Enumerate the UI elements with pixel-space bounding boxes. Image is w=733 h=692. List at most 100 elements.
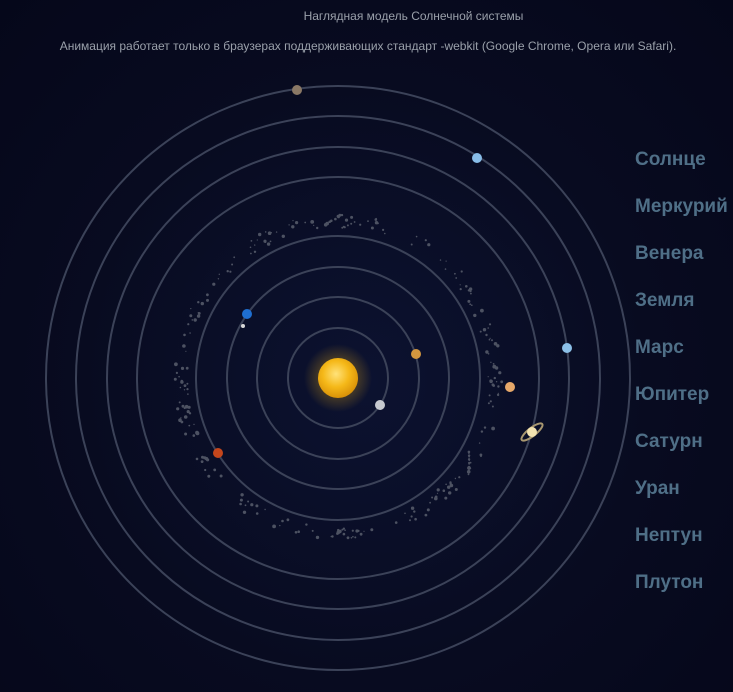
moon	[241, 324, 245, 328]
asteroid	[231, 263, 234, 266]
asteroid	[240, 493, 244, 497]
menu-item-mercury[interactable]: Меркурий	[635, 193, 728, 240]
planet-pluto[interactable]	[292, 85, 302, 95]
asteroid	[483, 426, 487, 429]
planet-jupiter[interactable]	[505, 382, 515, 392]
asteroid	[275, 231, 278, 233]
asteroid	[267, 231, 272, 235]
asteroid	[415, 235, 418, 238]
asteroid	[410, 243, 413, 246]
menu-item-pluto[interactable]: Плутон	[635, 569, 728, 616]
menu-item-venus[interactable]: Венера	[635, 240, 728, 287]
asteroid	[184, 432, 188, 436]
menu-item-neptune[interactable]: Нептун	[635, 522, 728, 569]
asteroid	[342, 532, 346, 536]
asteroid	[445, 260, 447, 262]
asteroid	[174, 362, 178, 367]
asteroid	[325, 221, 330, 226]
asteroid	[179, 386, 182, 389]
asteroid	[469, 303, 472, 306]
asteroid	[187, 393, 189, 395]
asteroid	[488, 323, 492, 326]
menu-item-sun[interactable]: Солнце	[635, 146, 728, 193]
asteroid	[350, 222, 353, 225]
asteroid	[255, 512, 259, 515]
asteroid	[491, 405, 494, 408]
asteroid	[495, 381, 498, 383]
asteroid	[374, 221, 379, 225]
asteroid	[213, 468, 217, 472]
asteroid	[247, 500, 250, 503]
asteroid	[189, 332, 191, 334]
asteroid	[330, 535, 333, 538]
asteroid	[305, 523, 308, 526]
asteroid	[449, 482, 452, 485]
asteroid	[178, 375, 180, 378]
planet-uranus[interactable]	[562, 343, 572, 353]
menu-item-uranus[interactable]: Уран	[635, 475, 728, 522]
asteroid	[459, 284, 461, 286]
asteroid	[424, 239, 427, 242]
asteroid	[313, 224, 315, 226]
asteroid	[183, 333, 186, 337]
asteroid	[465, 285, 468, 288]
asteroid	[253, 250, 257, 253]
asteroid	[334, 217, 337, 221]
asteroid	[458, 476, 461, 479]
asteroid	[310, 220, 315, 224]
asteroid	[173, 377, 177, 381]
asteroid	[183, 415, 188, 419]
asteroid	[497, 392, 499, 394]
asteroid	[439, 259, 442, 261]
asteroid	[254, 244, 256, 246]
asteroid	[294, 531, 298, 534]
asteroid	[454, 272, 456, 275]
asteroid	[180, 417, 182, 419]
asteroid	[297, 530, 301, 533]
menu-item-jupiter[interactable]: Юпитер	[635, 381, 728, 428]
asteroid	[480, 308, 484, 313]
asteroid	[175, 371, 178, 374]
asteroid	[352, 535, 354, 538]
asteroid	[426, 508, 430, 512]
asteroid	[491, 426, 495, 431]
planet-mercury[interactable]	[375, 400, 385, 410]
asteroid	[487, 353, 490, 355]
planet-saturn[interactable]	[519, 421, 544, 443]
planet-venus[interactable]	[411, 349, 421, 359]
asteroid	[467, 473, 470, 476]
asteroid	[487, 402, 490, 405]
menu-item-saturn[interactable]: Сатурн	[635, 428, 728, 475]
asteroid	[193, 423, 195, 426]
planet-neptune[interactable]	[472, 153, 482, 163]
asteroid	[206, 298, 209, 302]
asteroid	[180, 379, 184, 383]
asteroid	[471, 304, 473, 307]
asteroid	[351, 529, 354, 532]
asteroid	[292, 220, 294, 222]
asteroid	[413, 510, 416, 513]
asteroid	[492, 363, 495, 365]
asteroid	[197, 312, 200, 314]
sun[interactable]	[318, 358, 358, 398]
planet-earth[interactable]	[242, 309, 252, 319]
asteroid	[384, 232, 386, 235]
asteroid	[375, 217, 377, 220]
asteroid	[190, 308, 192, 310]
asteroid	[496, 344, 499, 347]
asteroid	[295, 221, 299, 225]
asteroid	[330, 219, 333, 223]
asteroid	[359, 532, 363, 536]
asteroid	[370, 528, 374, 532]
asteroid	[244, 504, 247, 507]
asteroid	[182, 344, 186, 348]
asteroid	[359, 223, 362, 226]
asteroid	[468, 459, 470, 462]
asteroid	[460, 270, 463, 273]
asteroid	[192, 434, 196, 437]
menu-item-mars[interactable]: Марс	[635, 334, 728, 381]
planet-mars[interactable]	[213, 448, 223, 458]
asteroid	[197, 301, 200, 304]
asteroid	[445, 483, 447, 486]
menu-item-earth[interactable]: Земля	[635, 287, 728, 334]
